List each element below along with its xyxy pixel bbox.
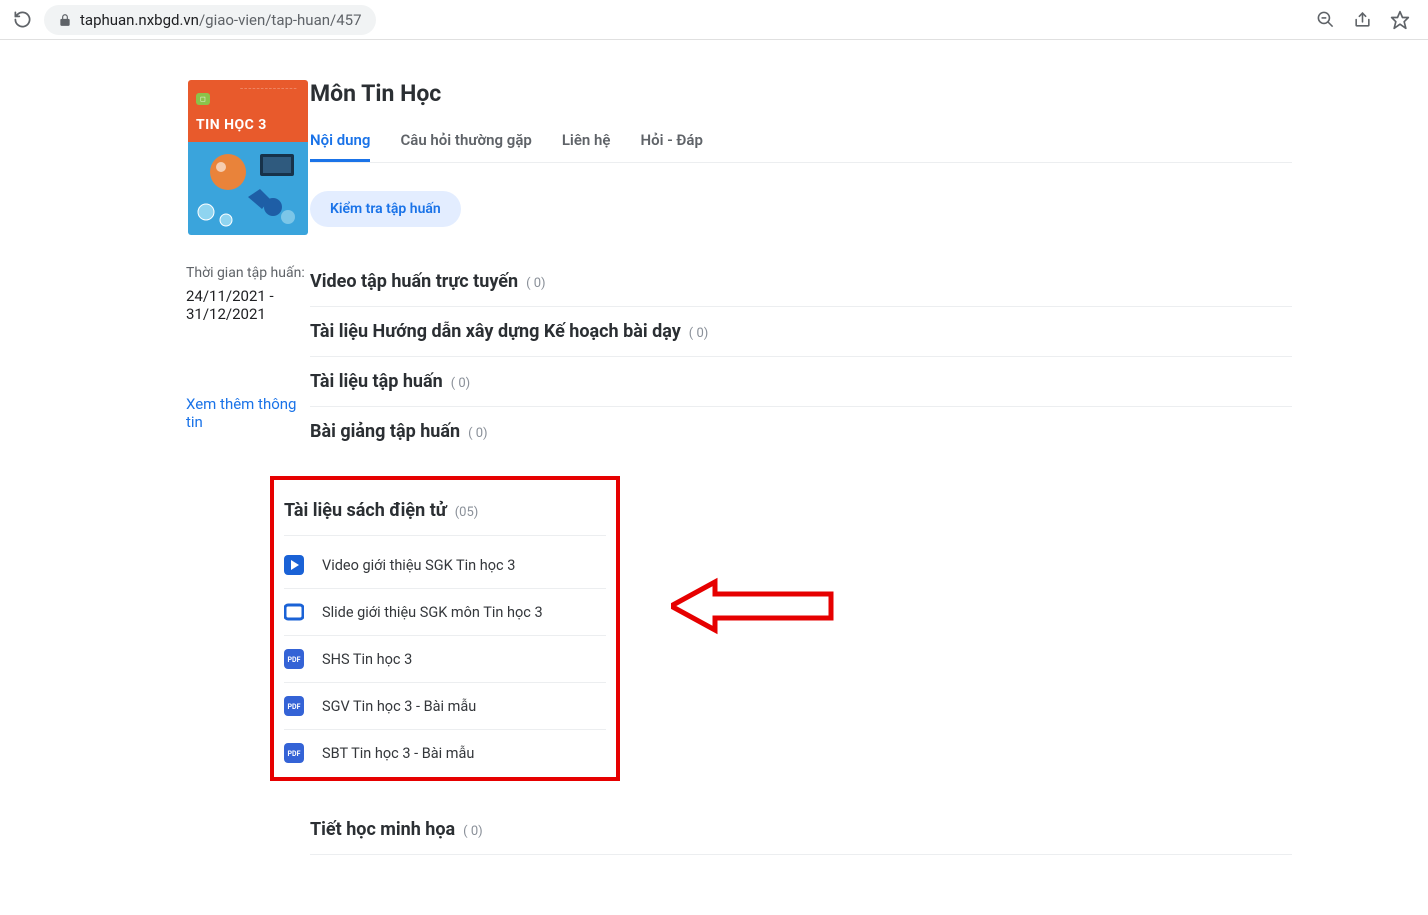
ebook-list: Video giới thiệu SGK Tin học 3 Slide giớ…	[284, 542, 606, 769]
training-time-label: Thời gian tập huấn:	[186, 265, 310, 281]
section-title: Tiết học minh họa	[310, 819, 455, 840]
ebook-section-count: (05)	[455, 505, 479, 520]
cover-illustration	[188, 142, 308, 235]
reload-button[interactable]	[8, 6, 36, 34]
ebook-item-label: Slide giới thiệu SGK môn Tin học 3	[322, 604, 543, 621]
section-count: ( 0)	[463, 824, 483, 839]
section-count: ( 0)	[468, 426, 488, 441]
sidebar: ◻ — — — — — — — — — — — — — — TIN HỌC 3	[0, 80, 310, 855]
cover-badge: ◻	[196, 93, 210, 105]
tab-faq[interactable]: Câu hỏi thường gặp	[400, 131, 531, 162]
reload-icon	[13, 10, 32, 29]
ebook-item[interactable]: PDF SGV Tin học 3 - Bài mẫu	[284, 682, 606, 729]
main-content: Môn Tin Học Nội dung Câu hỏi thường gặp …	[310, 80, 1428, 855]
share-icon[interactable]	[1353, 10, 1372, 29]
ebook-item[interactable]: Slide giới thiệu SGK môn Tin học 3	[284, 588, 606, 635]
section-row[interactable]: Tài liệu sách điện tử (05)	[284, 490, 606, 536]
ebook-section-title: Tài liệu sách điện tử	[284, 500, 447, 521]
check-training-button[interactable]: Kiểm tra tập huấn	[310, 191, 461, 227]
ebook-item[interactable]: PDF SHS Tin học 3	[284, 635, 606, 682]
section-row[interactable]: Tiết học minh họa ( 0)	[310, 805, 1292, 855]
star-icon[interactable]	[1390, 10, 1410, 30]
section-row[interactable]: Bài giảng tập huấn ( 0)	[310, 407, 1292, 456]
toolbar-actions	[1316, 10, 1410, 30]
zoom-out-icon[interactable]	[1316, 10, 1335, 29]
lock-icon	[58, 13, 72, 27]
ebook-item[interactable]: Video giới thiệu SGK Tin học 3	[284, 542, 606, 588]
section-title: Bài giảng tập huấn	[310, 421, 460, 442]
section-title: Video tập huấn trực tuyến	[310, 271, 518, 292]
svg-text:PDF: PDF	[288, 750, 301, 758]
slide-icon	[284, 602, 304, 622]
section-count: ( 0)	[526, 276, 546, 291]
pdf-icon: PDF	[284, 649, 304, 669]
tab-qa[interactable]: Hỏi - Đáp	[640, 131, 702, 162]
tab-contact[interactable]: Liên hệ	[562, 131, 611, 162]
pdf-icon: PDF	[284, 743, 304, 763]
cover-title: TIN HỌC 3	[196, 117, 300, 133]
ebook-item-label: Video giới thiệu SGK Tin học 3	[322, 557, 515, 574]
section-title: Tài liệu tập huấn	[310, 371, 443, 392]
svg-text:PDF: PDF	[288, 703, 301, 711]
browser-toolbar: taphuan.nxbgd.vn/giao-vien/tap-huan/457	[0, 0, 1428, 40]
url-path: /giao-vien/tap-huan/457	[199, 11, 362, 29]
ebook-item-label: SBT Tin học 3 - Bài mẫu	[322, 745, 474, 762]
book-cover[interactable]: ◻ — — — — — — — — — — — — — — TIN HỌC 3	[188, 80, 308, 235]
url-domain: taphuan.nxbgd.vn	[80, 11, 199, 29]
address-bar[interactable]: taphuan.nxbgd.vn/giao-vien/tap-huan/457	[44, 5, 376, 35]
pdf-icon: PDF	[284, 696, 304, 716]
svg-text:PDF: PDF	[288, 656, 301, 664]
section-title: Tài liệu Hướng dẫn xây dựng Kế hoạch bài…	[310, 321, 681, 342]
ebook-item-label: SHS Tin học 3	[322, 651, 412, 668]
page-content: ◻ — — — — — — — — — — — — — — TIN HỌC 3	[0, 40, 1428, 915]
annotation-arrow-icon	[671, 576, 841, 636]
page-title: Môn Tin Học	[310, 80, 1292, 107]
tab-content[interactable]: Nội dung	[310, 131, 370, 162]
cover-subtitle: — — — — — — — — — — — — — —	[240, 86, 300, 91]
section-row[interactable]: Tài liệu tập huấn ( 0)	[310, 357, 1292, 407]
play-icon	[284, 555, 304, 575]
section-count: ( 0)	[451, 376, 471, 391]
ebook-item[interactable]: PDF SBT Tin học 3 - Bài mẫu	[284, 729, 606, 769]
more-info-link[interactable]: Xem thêm thông tin	[186, 395, 310, 431]
section-row[interactable]: Video tập huấn trực tuyến ( 0)	[310, 257, 1292, 307]
training-time-value: 24/11/2021 - 31/12/2021	[186, 287, 310, 323]
section-row[interactable]: Tài liệu Hướng dẫn xây dựng Kế hoạch bài…	[310, 307, 1292, 357]
ebook-item-label: SGV Tin học 3 - Bài mẫu	[322, 698, 476, 715]
ebook-highlight-box: Tài liệu sách điện tử (05) Video giới th…	[270, 476, 620, 781]
section-count: ( 0)	[689, 326, 709, 341]
tabs: Nội dung Câu hỏi thường gặp Liên hệ Hỏi …	[310, 131, 1292, 163]
